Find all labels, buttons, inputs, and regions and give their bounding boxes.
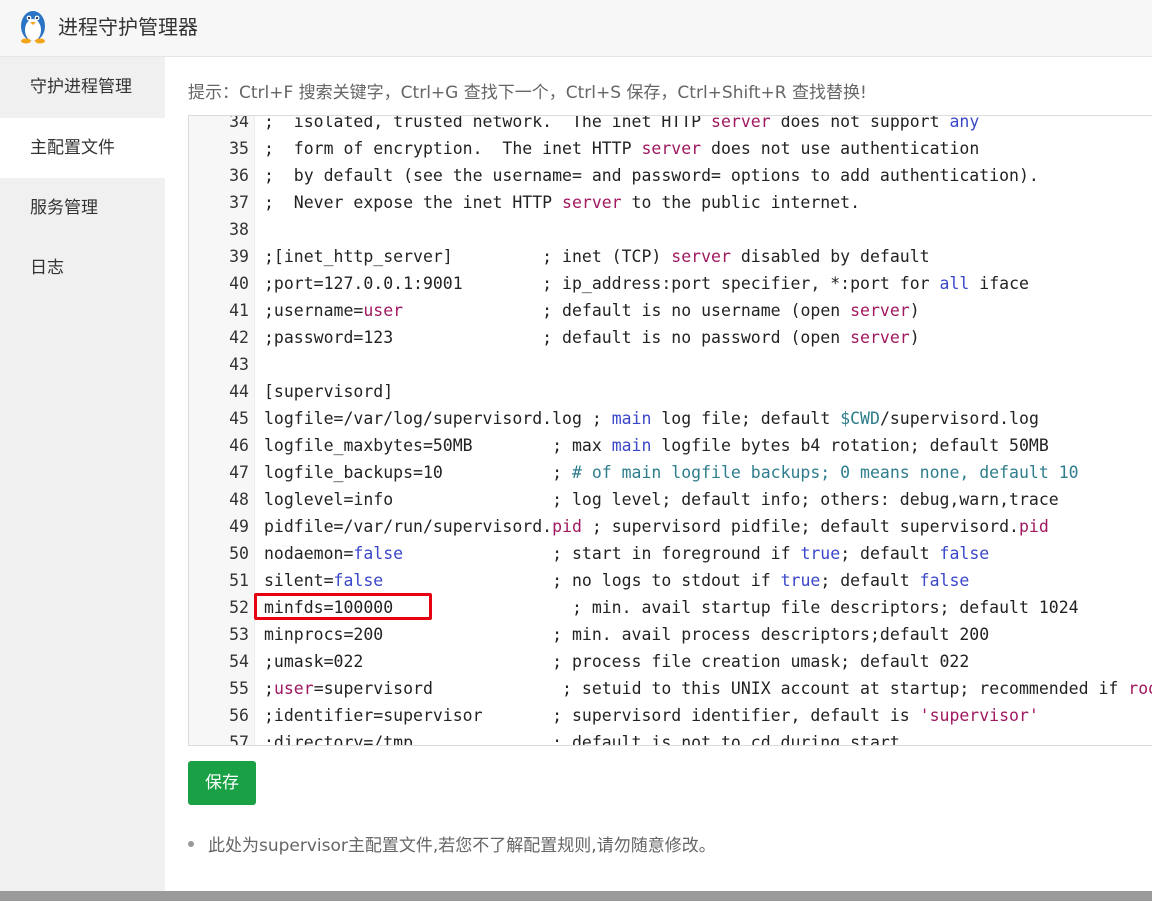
penguin-icon	[21, 11, 45, 44]
line-number: 37	[229, 193, 249, 212]
code-text[interactable]: ;user=supervisord ; setuid to this UNIX …	[264, 675, 1152, 702]
code-line[interactable]: 46 logfile_maxbytes=50MB ; max main logfi…	[189, 432, 1152, 459]
code-line[interactable]: 40 ;port=127.0.0.1:9001 ; ip_address:port…	[189, 270, 1152, 297]
bullet-icon	[188, 841, 194, 847]
code-text[interactable]: ;identifier=supervisor ; supervisord ide…	[264, 702, 1039, 729]
line-number: 40	[229, 274, 249, 293]
line-number: 49	[229, 517, 249, 536]
line-number: 42	[229, 328, 249, 347]
code-text[interactable]: loglevel=info ; log level; default info;…	[264, 486, 1059, 513]
code-text[interactable]: minprocs=200 ; min. avail process descri…	[264, 621, 989, 648]
title-bar: 进程守护管理器	[0, 0, 1152, 57]
minfds-highlight-box	[254, 593, 432, 620]
line-number: 47	[229, 463, 249, 482]
code-text[interactable]: ;umask=022 ; process file creation umask…	[264, 648, 969, 675]
code-line[interactable]: 45 logfile=/var/log/supervisord.log ; mai…	[189, 405, 1152, 432]
config-editor[interactable]: 34 ; isolated, trusted network. The inet …	[188, 115, 1152, 746]
code-text[interactable]: ; isolated, trusted network. The inet HT…	[264, 116, 979, 135]
code-line[interactable]: 48 loglevel=info ; log level; default inf…	[189, 486, 1152, 513]
code-line[interactable]: 39 ;[inet_http_server] ; inet (TCP) serve…	[189, 243, 1152, 270]
line-number: 45	[229, 409, 249, 428]
code-line[interactable]: 53 minprocs=200 ; min. avail process desc…	[189, 621, 1152, 648]
line-number: 38	[229, 220, 249, 239]
code-text[interactable]: silent=false ; no logs to stdout if true…	[264, 567, 969, 594]
line-number: 35	[229, 139, 249, 158]
code-line[interactable]: 57 ;directory=/tmp ; default is not to cd…	[189, 729, 1152, 746]
code-line[interactable]: 51 silent=false ; no logs to stdout if tr…	[189, 567, 1152, 594]
line-number: 41	[229, 301, 249, 320]
code-text[interactable]: pidfile=/var/run/supervisord.pid ; super…	[264, 513, 1049, 540]
line-number: 46	[229, 436, 249, 455]
code-line[interactable]: 54 ;umask=022 ; process file creation uma…	[189, 648, 1152, 675]
sidebar-item-service-management[interactable]: 服务管理	[0, 178, 165, 238]
editor-lines[interactable]: 34 ; isolated, trusted network. The inet …	[189, 115, 1152, 746]
code-text[interactable]: [supervisord]	[264, 378, 393, 405]
code-line[interactable]: 41 ;username=user ; default is no usernam…	[189, 297, 1152, 324]
code-line[interactable]: 49 pidfile=/var/run/supervisord.pid ; sup…	[189, 513, 1152, 540]
line-number: 34	[229, 115, 249, 131]
line-number: 43	[229, 355, 249, 374]
line-number: 39	[229, 247, 249, 266]
code-text[interactable]: ;username=user ; default is no username …	[264, 297, 920, 324]
line-number: 36	[229, 166, 249, 185]
sidebar-item-logs[interactable]: 日志	[0, 238, 165, 298]
code-line[interactable]: 44 [supervisord]	[189, 378, 1152, 405]
sidebar: 守护进程管理 主配置文件 服务管理 日志	[0, 57, 165, 891]
code-line[interactable]: 34 ; isolated, trusted network. The inet …	[189, 115, 1152, 135]
code-line[interactable]: 43	[189, 351, 1152, 378]
code-text[interactable]: logfile=/var/log/supervisord.log ; main …	[264, 405, 1039, 432]
line-number: 54	[229, 652, 249, 671]
line-number: 53	[229, 625, 249, 644]
code-text[interactable]: nodaemon=false ; start in foreground if …	[264, 540, 989, 567]
app-title: 进程守护管理器	[58, 15, 198, 39]
sidebar-item-daemon-management[interactable]: 守护进程管理	[0, 57, 165, 117]
code-line[interactable]: 35 ; form of encryption. The inet HTTP se…	[189, 135, 1152, 162]
line-number: 50	[229, 544, 249, 563]
code-line[interactable]: 56 ;identifier=supervisor ; supervisord i…	[189, 702, 1152, 729]
code-line[interactable]: 38	[189, 216, 1152, 243]
config-warning-note: 此处为supervisor主配置文件,若您不了解配置规则,请勿随意修改。	[188, 833, 716, 859]
line-number: 44	[229, 382, 249, 401]
sidebar-item-main-config[interactable]: 主配置文件	[0, 118, 165, 178]
code-text[interactable]: ; by default (see the username= and pass…	[264, 162, 1039, 189]
line-number: 57	[229, 733, 249, 746]
code-text[interactable]: logfile_maxbytes=50MB ; max main logfile…	[264, 432, 1049, 459]
line-number: 52	[229, 598, 249, 617]
code-line[interactable]: 36 ; by default (see the username= and pa…	[189, 162, 1152, 189]
code-text[interactable]: logfile_backups=10 ; # of main logfile b…	[264, 459, 1079, 486]
code-line[interactable]: 42 ;password=123 ; default is no password…	[189, 324, 1152, 351]
shortcut-hint: 提示：Ctrl+F 搜索关键字，Ctrl+G 查找下一个，Ctrl+S 保存，C…	[188, 83, 867, 103]
code-line[interactable]: 50 nodaemon=false ; start in foreground i…	[189, 540, 1152, 567]
config-warning-text: 此处为supervisor主配置文件,若您不了解配置规则,请勿随意修改。	[208, 836, 716, 856]
code-text[interactable]: ;directory=/tmp ; default is not to cd d…	[264, 729, 900, 745]
line-number: 56	[229, 706, 249, 725]
line-number: 55	[229, 679, 249, 698]
line-number: 48	[229, 490, 249, 509]
code-text[interactable]: ; form of encryption. The inet HTTP serv…	[264, 135, 979, 162]
code-text[interactable]: ; Never expose the inet HTTP server to t…	[264, 189, 860, 216]
code-line[interactable]: 37 ; Never expose the inet HTTP server to…	[189, 189, 1152, 216]
code-text[interactable]: ;[inet_http_server] ; inet (TCP) server …	[264, 243, 930, 270]
code-text[interactable]: ;password=123 ; default is no password (…	[264, 324, 920, 351]
bottom-bar	[0, 891, 1152, 901]
code-text[interactable]: ;port=127.0.0.1:9001 ; ip_address:port s…	[264, 270, 1029, 297]
code-line[interactable]: 55 ;user=supervisord ; setuid to this UNI…	[189, 675, 1152, 702]
line-number: 51	[229, 571, 249, 590]
save-button[interactable]: 保存	[188, 761, 256, 805]
code-line[interactable]: 47 logfile_backups=10 ; # of main logfile…	[189, 459, 1152, 486]
